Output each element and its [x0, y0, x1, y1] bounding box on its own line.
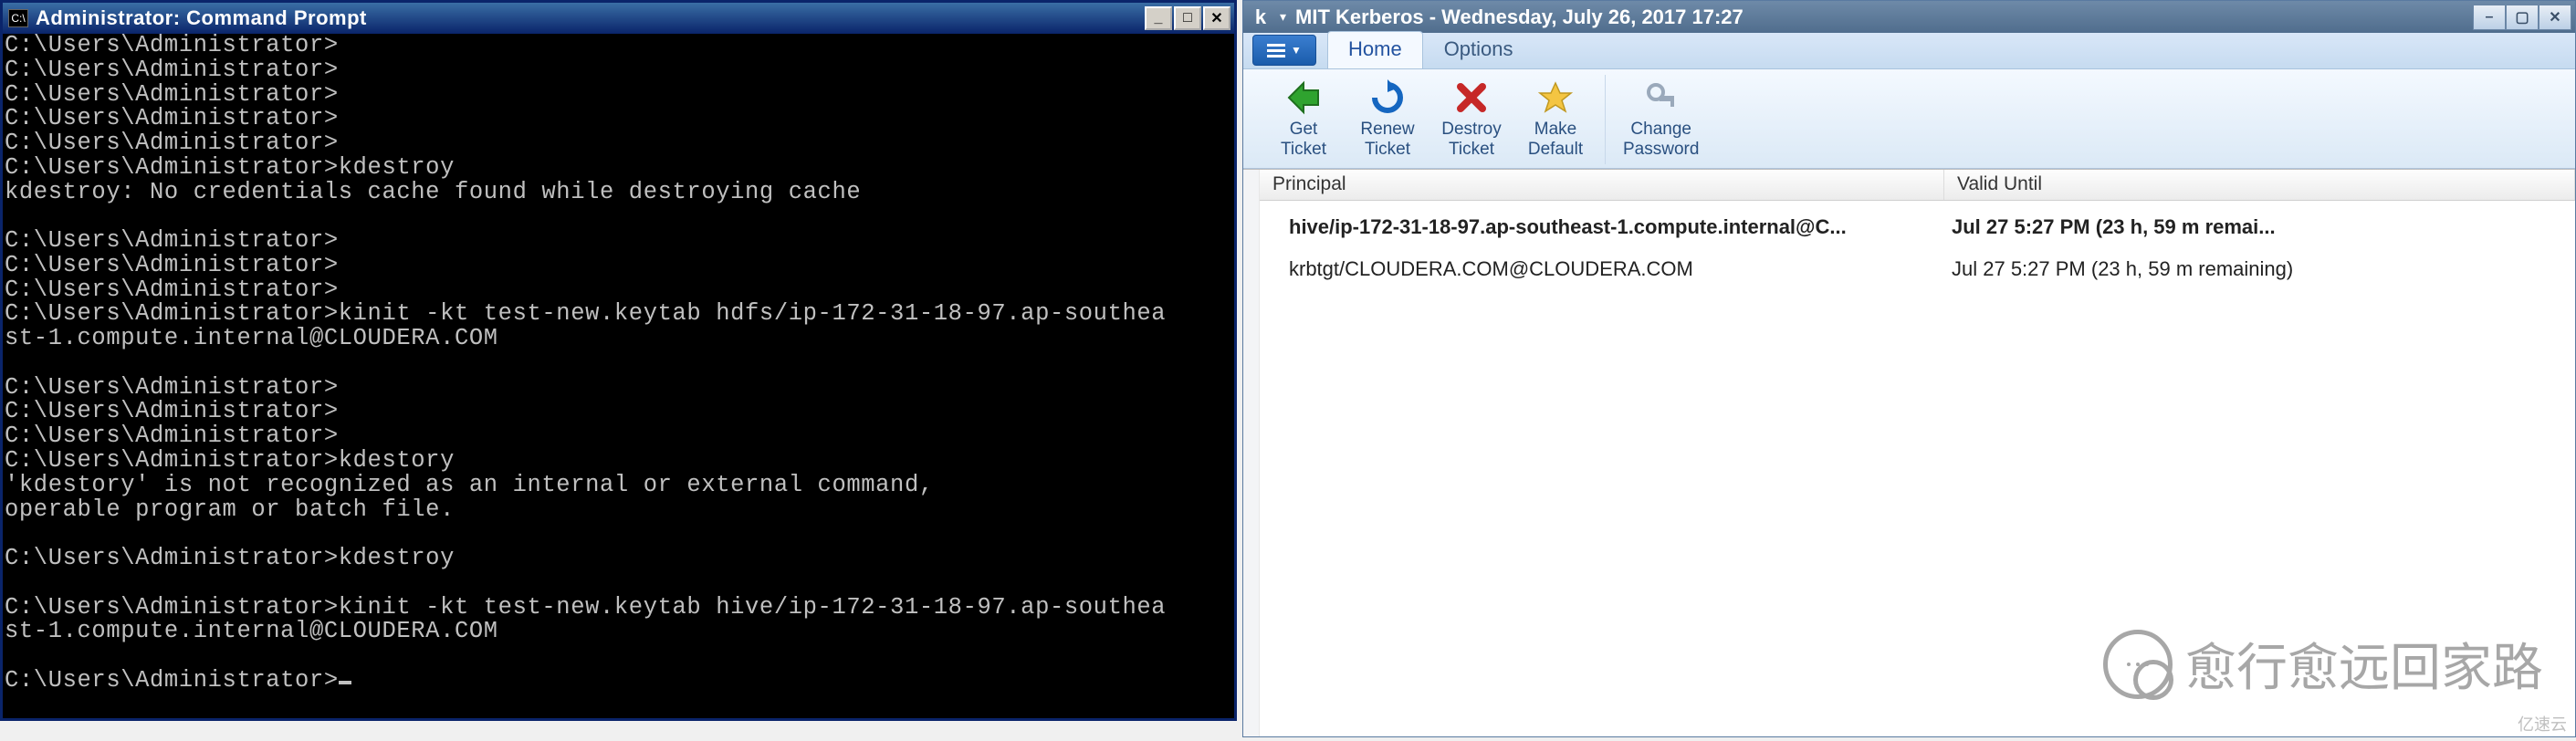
- cmd-titlebar[interactable]: C:\ Administrator: Command Prompt _ □ ✕: [3, 3, 1234, 34]
- ribbon-toolbar: GetTicket RenewTicket DestroyTicket: [1243, 69, 2575, 169]
- ticket-table: Principal Valid Until hive/ip-172-31-18-…: [1243, 169, 2575, 736]
- make-default-button[interactable]: MakeDefault: [1515, 75, 1596, 164]
- table-row[interactable]: krbtgt/CLOUDERA.COM@CLOUDERA.COMJul 27 5…: [1260, 248, 2575, 290]
- change-password-icon: [1643, 79, 1680, 116]
- cell-principal: hive/ip-172-31-18-97.ap-southeast-1.comp…: [1260, 215, 1944, 239]
- get-ticket-icon: [1285, 79, 1322, 116]
- kerberos-app-icon: k: [1249, 5, 1272, 29]
- make-default-icon: [1537, 79, 1574, 116]
- change-password-button[interactable]: ChangePassword: [1620, 75, 1702, 164]
- get-ticket-label: GetTicket: [1281, 120, 1326, 160]
- minimize-button[interactable]: _: [1145, 6, 1172, 30]
- destroy-ticket-label: DestroyTicket: [1441, 120, 1501, 160]
- krb-titlebar[interactable]: k ▾ MIT Kerberos - Wednesday, July 26, 2…: [1243, 1, 2575, 33]
- renew-ticket-label: RenewTicket: [1360, 120, 1414, 160]
- cell-principal: krbtgt/CLOUDERA.COM@CLOUDERA.COM: [1260, 257, 1944, 281]
- close-button[interactable]: ✕: [1203, 6, 1230, 30]
- file-menu-button[interactable]: ▼: [1252, 35, 1316, 66]
- command-prompt-window: C:\ Administrator: Command Prompt _ □ ✕ …: [0, 0, 1237, 721]
- make-default-label: MakeDefault: [1528, 120, 1583, 160]
- tab-home[interactable]: Home: [1327, 31, 1423, 68]
- ribbon-group-tickets: GetTicket RenewTicket DestroyTicket: [1254, 75, 1606, 164]
- cell-valid-until: Jul 27 5:27 PM (23 h, 59 m remai...: [1944, 215, 2575, 239]
- table-row[interactable]: hive/ip-172-31-18-97.ap-southeast-1.comp…: [1260, 206, 2575, 248]
- cmd-cursor: [339, 681, 351, 684]
- renew-ticket-button[interactable]: RenewTicket: [1347, 75, 1428, 164]
- destroy-ticket-icon: [1453, 79, 1490, 116]
- cmd-terminal-output[interactable]: C:\Users\Administrator> C:\Users\Adminis…: [3, 34, 1234, 718]
- table-left-margin: [1243, 170, 1260, 736]
- cmd-title: Administrator: Command Prompt: [36, 6, 1145, 30]
- ribbon-tab-strip: ▼ Home Options: [1243, 33, 2575, 69]
- tab-options[interactable]: Options: [1423, 31, 1534, 68]
- cmd-app-icon: C:\: [8, 9, 28, 27]
- get-ticket-button[interactable]: GetTicket: [1263, 75, 1344, 164]
- maximize-button[interactable]: □: [1174, 6, 1201, 30]
- maximize-button[interactable]: ▢: [2506, 5, 2539, 30]
- krb-title: MIT Kerberos - Wednesday, July 26, 2017 …: [1295, 5, 2473, 29]
- renew-ticket-icon: [1369, 79, 1406, 116]
- cmd-window-controls: _ □ ✕: [1145, 6, 1230, 30]
- change-password-label: ChangePassword: [1623, 120, 1699, 160]
- minimize-button[interactable]: –: [2473, 5, 2506, 30]
- cell-valid-until: Jul 27 5:27 PM (23 h, 59 m remaining): [1944, 257, 2575, 281]
- destroy-ticket-button[interactable]: DestroyTicket: [1431, 75, 1512, 164]
- hamburger-icon: [1267, 44, 1285, 57]
- ribbon-group-password: ChangePassword: [1611, 75, 1711, 164]
- table-body: hive/ip-172-31-18-97.ap-southeast-1.comp…: [1260, 201, 2575, 736]
- close-button[interactable]: ✕: [2539, 5, 2571, 30]
- krb-window-controls: – ▢ ✕: [2473, 5, 2571, 30]
- column-header-principal[interactable]: Principal: [1260, 170, 1944, 200]
- table-header-row: Principal Valid Until: [1260, 170, 2575, 201]
- kerberos-window: k ▾ MIT Kerberos - Wednesday, July 26, 2…: [1242, 0, 2576, 737]
- quick-access-dropdown-icon[interactable]: ▾: [1280, 9, 1286, 25]
- chevron-down-icon: ▼: [1291, 44, 1302, 57]
- column-header-valid[interactable]: Valid Until: [1944, 170, 2575, 200]
